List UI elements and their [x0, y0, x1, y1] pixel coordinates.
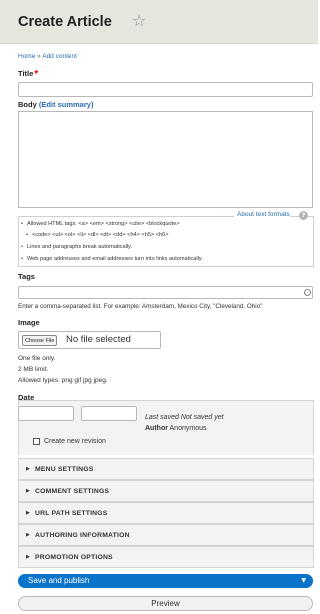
- tags-label: Tags: [18, 272, 35, 281]
- new-revision-label[interactable]: Create new revision: [44, 438, 106, 445]
- author-value: Anonymous: [169, 425, 207, 432]
- tags-help-text: Enter a comma-separated list. For exampl…: [18, 303, 263, 310]
- section-title: COMMENT SETTINGS: [35, 488, 110, 495]
- authoring-information-section[interactable]: ▶ AUTHORING INFORMATION: [18, 524, 314, 546]
- question-mark-icon[interactable]: ?: [299, 211, 308, 220]
- expand-arrow-icon: ▶: [26, 554, 30, 560]
- last-saved-value: Not saved yet: [180, 414, 224, 421]
- promotion-options-section[interactable]: ▶ PROMOTION OPTIONS: [18, 546, 314, 568]
- body-label: Body (Edit summary): [18, 100, 93, 109]
- tip-allowed-tags: Allowed HTML tags: <a> <em> <strong> <ci…: [21, 219, 180, 230]
- section-title: AUTHORING INFORMATION: [35, 532, 130, 539]
- preview-button-label: Preview: [151, 599, 180, 608]
- text-format-tips: Allowed HTML tags: <a> <em> <strong> <ci…: [18, 216, 314, 267]
- page-title: Create Article: [18, 14, 112, 30]
- expand-arrow-icon: ▶: [26, 488, 30, 494]
- comment-settings-section[interactable]: ▶ COMMENT SETTINGS: [18, 480, 314, 502]
- breadcrumb-home-link[interactable]: Home: [18, 53, 35, 60]
- title-label-text: Title: [18, 69, 34, 78]
- image-file-widget: Choose File No file selected: [18, 331, 161, 349]
- tip-url-links: Web page addresses and email addresses t…: [21, 254, 203, 265]
- edit-summary-link[interactable]: (Edit summary): [39, 100, 94, 109]
- autocomplete-throbber-icon: [304, 289, 311, 296]
- about-text-formats-link[interactable]: About text formats: [234, 211, 290, 218]
- image-help-size-limit: 2 MB limit.: [18, 366, 49, 373]
- preview-button[interactable]: Preview: [18, 596, 313, 611]
- image-help-allowed-types: Allowed types: png gif jpg jpeg.: [18, 377, 108, 384]
- file-status-text: No file selected: [66, 334, 131, 345]
- author-info: Author Anonymous: [145, 425, 206, 432]
- date-input[interactable]: [18, 406, 74, 421]
- image-help-one-file: One file only.: [18, 355, 56, 362]
- tags-input[interactable]: [18, 286, 313, 299]
- expand-arrow-icon: ▶: [26, 466, 30, 472]
- last-saved-label: Last saved: [145, 414, 179, 421]
- image-label: Image: [18, 318, 40, 327]
- save-button-label: Save and publish: [28, 576, 90, 585]
- expand-arrow-icon: ▶: [26, 532, 30, 538]
- new-revision-checkbox[interactable]: [33, 438, 40, 445]
- star-icon[interactable]: ☆: [132, 12, 146, 30]
- choose-file-button[interactable]: Choose File: [22, 335, 58, 346]
- tip-allowed-tags-cont: <code> <ul> <ol> <li> <dl> <dt> <dd> <h4…: [26, 230, 169, 241]
- body-label-text: Body: [18, 100, 37, 109]
- breadcrumb-add-content-link[interactable]: Add content: [42, 53, 77, 60]
- body-editor[interactable]: [18, 111, 313, 208]
- page-header: Create Article ☆: [0, 0, 318, 44]
- author-label: Author: [145, 425, 168, 432]
- last-saved: Last saved Not saved yet: [145, 414, 224, 421]
- time-input[interactable]: [81, 406, 137, 421]
- breadcrumb-separator: »: [37, 53, 41, 60]
- tip-line-breaks: Lines and paragraphs break automatically…: [21, 242, 132, 253]
- menu-settings-section[interactable]: ▶ MENU SETTINGS: [18, 458, 314, 480]
- section-title: MENU SETTINGS: [35, 466, 94, 473]
- save-and-publish-button[interactable]: Save and publish ▼: [18, 574, 313, 588]
- expand-arrow-icon: ▶: [26, 510, 30, 516]
- title-label: Title*: [18, 69, 38, 80]
- required-mark: *: [34, 69, 39, 80]
- chevron-down-icon[interactable]: ▼: [301, 577, 306, 584]
- title-input[interactable]: [18, 82, 313, 97]
- breadcrumb: Home » Add content: [18, 53, 77, 60]
- section-title: URL PATH SETTINGS: [35, 510, 108, 517]
- url-path-settings-section[interactable]: ▶ URL PATH SETTINGS: [18, 502, 314, 524]
- section-title: PROMOTION OPTIONS: [35, 554, 113, 561]
